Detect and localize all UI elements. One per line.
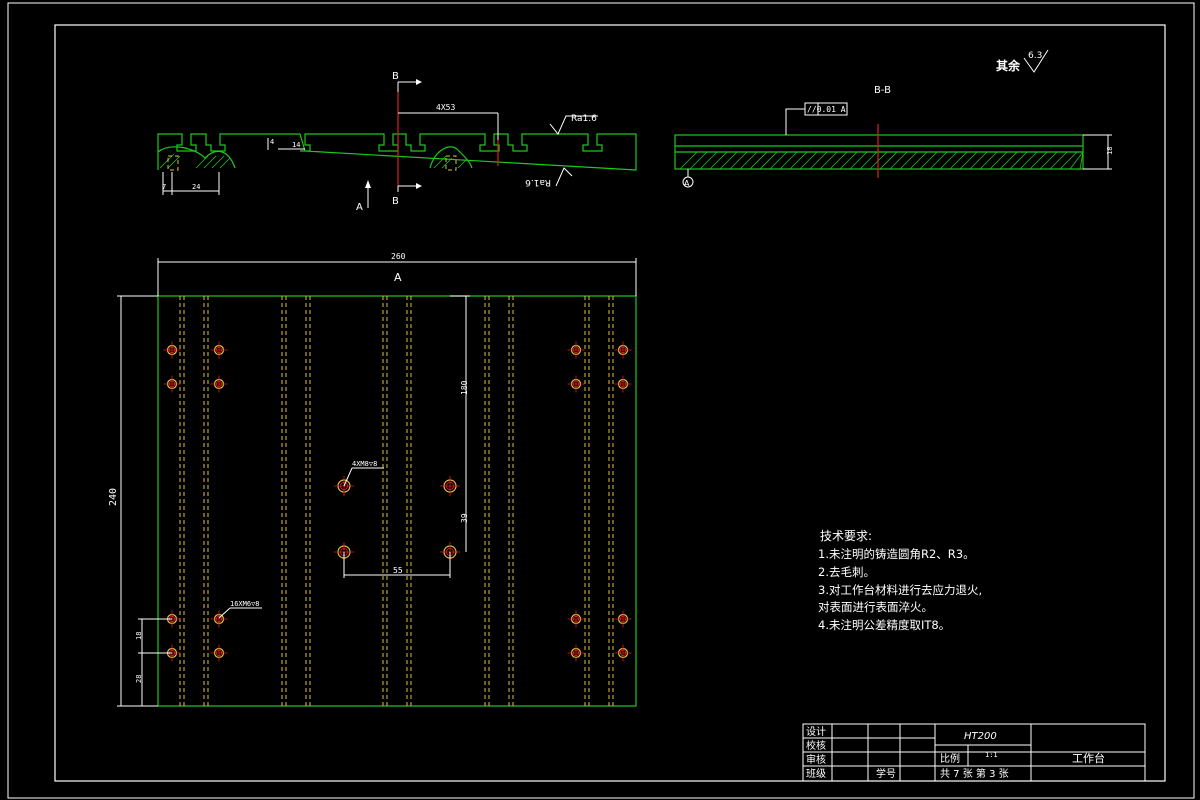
dim-hole-v-spacing: 180 <box>460 380 469 395</box>
cad-drawing: B B A 4X53 4 14 7 24 Ra1.6 Ra1.6 其余 6.3 … <box>7 2 1195 799</box>
drawing-frame <box>54 24 1166 782</box>
hole <box>567 644 585 662</box>
tb-material: HT200 <box>964 731 997 742</box>
section-marker-bottom: B <box>392 196 399 207</box>
hole <box>567 375 585 393</box>
flatness-callout: //0.01 A <box>807 105 846 114</box>
tech-item-2: 2.去毛刺。 <box>818 565 875 579</box>
hole <box>163 341 181 359</box>
dim-tslot-width: 14 <box>292 141 300 149</box>
hole <box>614 610 632 628</box>
dim-hole-small-v: 39 <box>460 513 469 523</box>
title-block: 设计 校核 审核 班级 学号 HT200 比例 1:1 工作台 共 7 张 第 … <box>802 723 1146 782</box>
tech-item-5: 4.未注明公差精度取IT8。 <box>818 618 950 632</box>
dim-hole-h-spacing: 55 <box>393 566 403 575</box>
tb-part-name: 工作台 <box>1072 751 1105 765</box>
roughness-general: 其余 6.3 <box>996 49 1049 73</box>
callout-center-holes: 4XM8▽8 <box>352 460 377 468</box>
hole <box>614 644 632 662</box>
roughness-other-label: 其余 <box>996 58 1021 73</box>
section-view-bb: B-B //0.01 A A 18 <box>674 85 1114 188</box>
hole <box>210 375 228 393</box>
front-view: B B A 4X53 4 14 7 24 Ra1.6 Ra1.6 <box>157 71 637 213</box>
tech-item-3: 3.对工作台材料进行去应力退火, <box>818 583 982 597</box>
tb-scale-label: 比例 <box>940 752 960 765</box>
view-arrow-label: A <box>356 202 363 213</box>
dim-overall-height: 240 <box>108 488 119 506</box>
tb-row-class: 班级 <box>806 768 826 780</box>
hole <box>614 375 632 393</box>
dim-edge-v-spacing: 18 <box>135 632 143 640</box>
tb-row-design: 设计 <box>806 725 826 738</box>
tech-item-1: 1.未注明的铸造圆角R2、R3。 <box>818 547 975 561</box>
dim-edge-bottom: 28 <box>135 675 143 683</box>
hole <box>567 610 585 628</box>
section-title: B-B <box>874 85 891 96</box>
datum-label: A <box>684 179 690 188</box>
roughness-symbol-top: Ra1.6 <box>549 114 598 135</box>
dim-thickness: 18 <box>1106 147 1114 155</box>
hole <box>210 644 228 662</box>
callout-side-holes: 16XM6▽8 <box>230 600 260 608</box>
t-slot-hidden-lines <box>179 296 614 706</box>
tb-scale-value: 1:1 <box>985 751 998 759</box>
hole <box>614 341 632 359</box>
roughness-other-value: 6.3 <box>1028 51 1042 61</box>
tb-sheet-info: 共 7 张 第 3 张 <box>940 767 1009 780</box>
top-view: 260 A 240 180 39 55 4XM8▽8 16XM6▽8 18 28 <box>108 252 637 707</box>
dim-first-slot: 24 <box>192 183 200 191</box>
outer-sheet-border <box>7 2 1195 799</box>
tb-row-check: 校核 <box>806 739 826 752</box>
dim-overall-width: 260 <box>391 252 406 261</box>
section-hatch-center <box>433 155 467 169</box>
tb-student-id-label: 学号 <box>876 767 896 780</box>
technical-requirements: 技术要求: 1.未注明的铸造圆角R2、R3。 2.去毛刺。 3.对工作台材料进行… <box>818 529 982 632</box>
hole <box>440 476 460 496</box>
dim-tslot-depth: 4 <box>270 138 274 146</box>
hole <box>567 341 585 359</box>
dim-tslot-spacing: 4X53 <box>436 103 455 112</box>
svg-text:Ra1.6: Ra1.6 <box>525 177 551 187</box>
hole <box>210 341 228 359</box>
tech-title: 技术要求: <box>820 529 872 543</box>
mounting-holes <box>163 341 632 662</box>
section-bb-hatch <box>679 151 1084 170</box>
dim-offset-left: 7 <box>162 183 166 191</box>
view-label-a: A <box>394 271 402 284</box>
roughness-symbol-bottom: Ra1.6 <box>525 167 573 187</box>
svg-text:Ra1.6: Ra1.6 <box>571 114 597 124</box>
tech-item-4: 对表面进行表面淬火。 <box>818 600 933 614</box>
tb-row-review: 审核 <box>806 753 826 766</box>
section-marker-top: B <box>392 71 399 82</box>
hole <box>163 375 181 393</box>
